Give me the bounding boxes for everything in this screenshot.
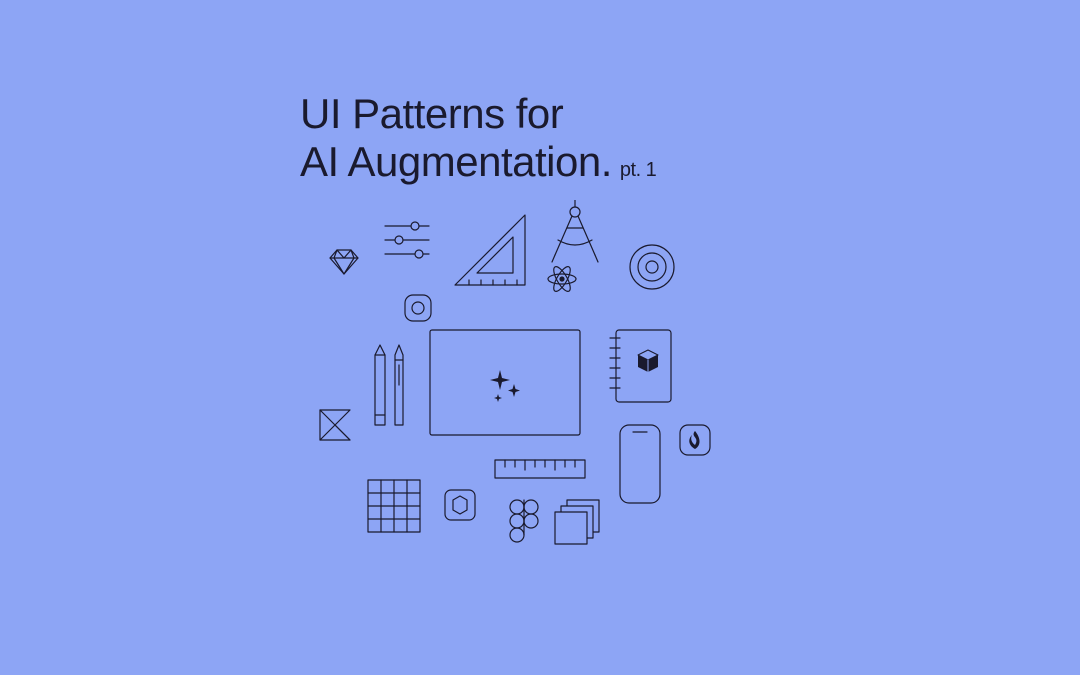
pencil-icon bbox=[375, 345, 385, 425]
flame-badge-icon bbox=[680, 425, 710, 455]
phone-icon bbox=[620, 425, 660, 503]
set-square-icon bbox=[455, 215, 525, 285]
hexagon-badge-icon bbox=[445, 490, 475, 520]
cube-icon bbox=[638, 350, 658, 372]
title-part: pt. 1 bbox=[620, 159, 656, 181]
title-line-1: UI Patterns for bbox=[300, 90, 656, 138]
stacked-squares-icon bbox=[555, 500, 599, 544]
design-tools-illustration bbox=[300, 200, 780, 620]
grid-icon bbox=[368, 480, 420, 532]
hero-title: UI Patterns for AI Augmentation. pt. 1 bbox=[300, 90, 656, 187]
arrow-corner-icon bbox=[320, 410, 350, 440]
screen-icon bbox=[430, 330, 580, 435]
sliders-icon bbox=[385, 222, 429, 258]
atom-icon bbox=[548, 264, 576, 293]
rounded-square-icon bbox=[405, 295, 431, 321]
target-icon bbox=[630, 245, 674, 289]
figma-logo-icon bbox=[510, 500, 538, 542]
title-line-2: AI Augmentation. pt. 1 bbox=[300, 138, 656, 186]
compass-icon bbox=[552, 200, 598, 262]
ruler-icon bbox=[495, 460, 585, 478]
title-line-2-text: AI Augmentation. bbox=[300, 138, 612, 185]
pen-icon bbox=[395, 345, 403, 425]
sparkles-icon bbox=[490, 370, 520, 402]
diamond-icon bbox=[330, 250, 358, 274]
